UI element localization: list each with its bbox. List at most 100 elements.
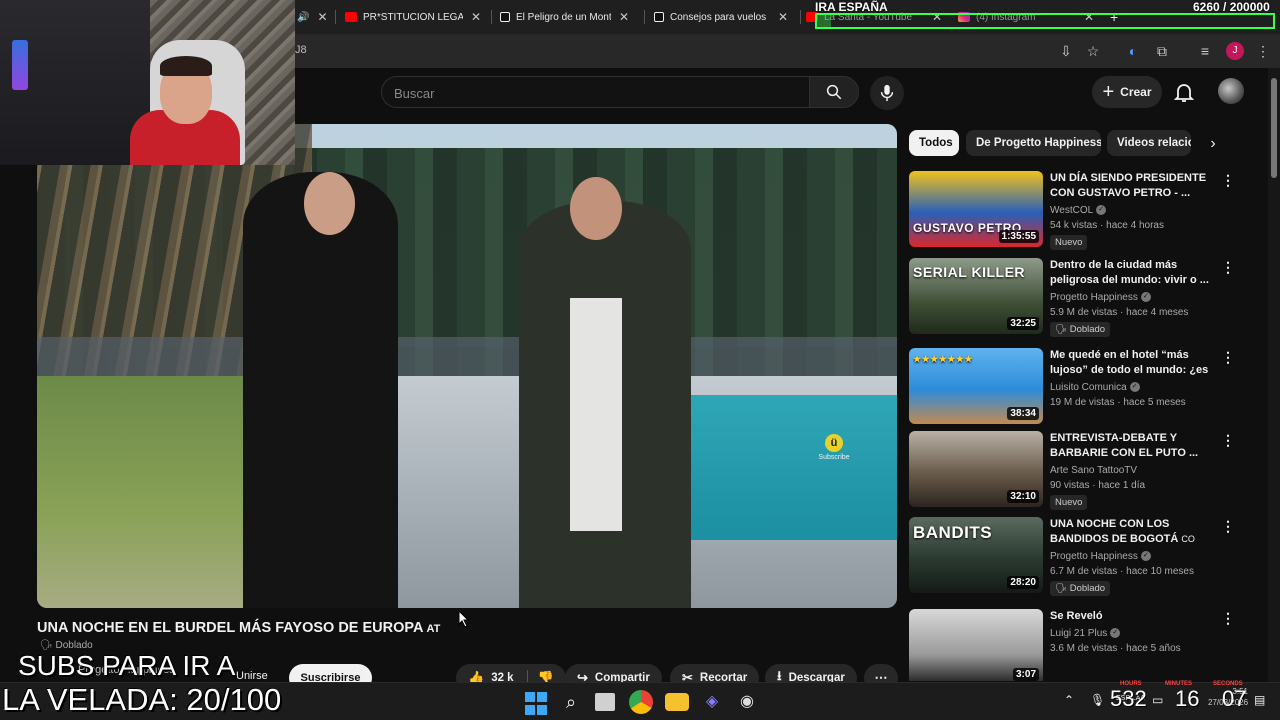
recommendation-title[interactable]: ENTREVISTA-DEBATE Y BARBARIE CON EL PUTO… bbox=[1050, 431, 1220, 461]
more-options-icon[interactable]: ⋮ bbox=[1221, 519, 1235, 533]
tab-youtube-1[interactable]: PR*STITUCIÓN LEGAL ✕ bbox=[345, 4, 485, 30]
speaker-icon[interactable]: 🔊 ✕ bbox=[297, 4, 327, 30]
plus-icon: + bbox=[1102, 81, 1115, 103]
system-clock[interactable]: 3:51 27/03/2026 bbox=[1208, 686, 1248, 708]
goal-progress-fill bbox=[817, 15, 832, 27]
media-control-icon[interactable]: ≡ bbox=[1196, 42, 1214, 60]
extension-icon[interactable]: ◐ bbox=[1124, 42, 1142, 60]
verified-check-icon: ✓ bbox=[1140, 551, 1151, 562]
browser-menu-icon[interactable]: ⋮ bbox=[1254, 42, 1272, 60]
video-title: UNA NOCHE EN EL BURDEL MÁS FAYOSO DE EUR… bbox=[37, 620, 440, 636]
url-text[interactable]: J8 bbox=[295, 44, 307, 56]
obs-icon[interactable]: ◉ bbox=[735, 690, 759, 714]
recommendation-channel[interactable]: Progetto Happiness ✓ bbox=[1050, 551, 1220, 562]
more-options-icon[interactable]: ⋮ bbox=[1221, 173, 1235, 187]
chip-de-progetto[interactable]: De Progetto Happiness bbox=[966, 130, 1101, 156]
recommendation-item[interactable]: BANDITS 28:20 UNA NOCHE CON LOS BANDIDOS… bbox=[909, 517, 1239, 597]
scrollbar-thumb[interactable] bbox=[1271, 78, 1277, 178]
close-tab-icon[interactable]: ✕ bbox=[619, 10, 629, 24]
profile-icon[interactable]: J bbox=[1226, 42, 1244, 60]
video-thumbnail[interactable]: BANDITS 28:20 bbox=[909, 517, 1043, 593]
channel-watermark[interactable]: ü Subscribe bbox=[818, 434, 850, 461]
timer-hours: 532 bbox=[1110, 686, 1147, 711]
video-title-text: UNA NOCHE EN EL BURDEL MÁS FAYOSO DE EUR… bbox=[37, 620, 424, 636]
tray-chevron-icon[interactable]: ⌃ bbox=[1064, 693, 1074, 707]
more-options-icon[interactable]: ⋮ bbox=[1221, 350, 1235, 364]
network-icon[interactable]: ▭ bbox=[1152, 693, 1163, 707]
more-options-icon[interactable]: ⋮ bbox=[1221, 611, 1235, 625]
new-badge: Nuevo bbox=[1050, 495, 1088, 510]
recommendation-info: Dentro de la ciudad más peligrosa del mu… bbox=[1050, 258, 1220, 337]
video-thumbnail[interactable]: GUSTAVO PETRO 1:35:55 bbox=[909, 171, 1043, 247]
recommendation-channel[interactable]: Luigi 21 Plus ✓ bbox=[1050, 628, 1220, 639]
recommendation-item[interactable]: ★★★★★★★ 38:34 Me quedé en el hotel “más … bbox=[909, 348, 1239, 428]
account-avatar[interactable] bbox=[1218, 78, 1244, 104]
chrome-icon[interactable] bbox=[629, 690, 653, 714]
timer-minutes: 16 bbox=[1175, 686, 1200, 711]
microphone-tray-icon[interactable]: 🎙 bbox=[1090, 693, 1105, 707]
duration-badge: 38:34 bbox=[1007, 407, 1039, 420]
video-thumbnail[interactable]: 3:07 bbox=[909, 609, 1043, 681]
recommendation-title[interactable]: Me quedé en el hotel “más lujoso” de tod… bbox=[1050, 348, 1220, 378]
search-button[interactable] bbox=[809, 76, 859, 108]
search-input[interactable] bbox=[394, 83, 794, 103]
recommendation-meta: 3.6 M de vistas · hace 5 años bbox=[1050, 643, 1181, 654]
smiley-logo-icon: ü bbox=[825, 434, 843, 452]
chip-next-arrow-icon[interactable]: › bbox=[1203, 134, 1223, 154]
recommendation-title[interactable]: Dentro de la ciudad más peligrosa del mu… bbox=[1050, 258, 1220, 288]
file-explorer-icon[interactable] bbox=[665, 693, 689, 711]
recommendation-item[interactable]: GUSTAVO PETRO 1:35:55 UN DÍA SIENDO PRES… bbox=[909, 171, 1239, 251]
recommendation-meta: 6.7 M de vistas · hace 10 meses bbox=[1050, 566, 1194, 577]
recommendation-title[interactable]: UNA NOCHE CON LOS BANDIDOS DE BOGOTÁ CO bbox=[1050, 517, 1220, 547]
more-options-icon[interactable]: ⋮ bbox=[1221, 433, 1235, 447]
join-button[interactable]: Unirse bbox=[236, 670, 268, 682]
create-button[interactable]: + Crear bbox=[1092, 76, 1162, 108]
recommendation-item[interactable]: SERIAL KILLER 32:25 Dentro de la ciudad … bbox=[909, 258, 1239, 338]
recommendation-channel[interactable]: Progetto Happiness ✓ bbox=[1050, 292, 1220, 303]
app-diamond-icon[interactable]: ◈ bbox=[700, 690, 724, 714]
task-view-icon[interactable] bbox=[595, 693, 615, 711]
recommendation-meta: 19 M de vistas · hace 5 meses bbox=[1050, 397, 1186, 408]
chip-videos-relacionados[interactable]: Videos relacio bbox=[1107, 130, 1191, 156]
recommendation-channel[interactable]: Luisito Comunica ✓ bbox=[1050, 382, 1220, 393]
extensions-puzzle-icon[interactable]: ⧉ bbox=[1153, 42, 1171, 60]
screen: 🔊 ✕ PR*STITUCIÓN LEGAL ✕ El Peligro de un… bbox=[0, 0, 1280, 720]
video-player[interactable] bbox=[37, 124, 897, 608]
recommendation-meta: 5.9 M de vistas · hace 4 meses bbox=[1050, 307, 1189, 318]
recommendation-info: Me quedé en el hotel “más lujoso” de tod… bbox=[1050, 348, 1220, 408]
close-tab-icon[interactable]: ✕ bbox=[778, 10, 788, 24]
close-tab-icon[interactable]: ✕ bbox=[471, 10, 481, 24]
video-thumbnail[interactable]: ★★★★★★★ 38:34 bbox=[909, 348, 1043, 424]
dubbed-badge: 🗣 Doblado bbox=[1050, 322, 1111, 337]
install-app-icon[interactable]: ⇩ bbox=[1057, 42, 1075, 60]
video-thumbnail[interactable]: 32:10 bbox=[909, 431, 1043, 507]
tab-tiktok-1[interactable]: El Peligro de un Monta ✕ bbox=[500, 4, 635, 30]
recommendation-title[interactable]: Se Reveló bbox=[1050, 609, 1220, 624]
recommendation-item[interactable]: 3:07 Se Reveló Luigi 21 Plus ✓ 3.6 M de v… bbox=[909, 609, 1239, 681]
recommendation-channel[interactable]: WestCOL ✓ bbox=[1050, 205, 1220, 216]
recommendation-channel[interactable]: Arte Sano TattooTV bbox=[1050, 465, 1220, 476]
new-badge: Nuevo bbox=[1050, 235, 1088, 250]
clock-date: 27/03/2026 bbox=[1208, 698, 1249, 707]
video-thumbnail[interactable]: SERIAL KILLER 32:25 bbox=[909, 258, 1043, 334]
notification-center-icon[interactable]: ▤ bbox=[1254, 693, 1265, 707]
youtube-icon bbox=[345, 12, 357, 22]
recommendation-item[interactable]: 32:10 ENTREVISTA-DEBATE Y BARBARIE CON E… bbox=[909, 431, 1239, 511]
recommendation-title[interactable]: UN DÍA SIENDO PRESIDENTE CON GUSTAVO PET… bbox=[1050, 171, 1220, 201]
taskbar-search-icon[interactable]: ⌕ bbox=[559, 690, 583, 714]
close-tab-icon[interactable]: ✕ bbox=[317, 10, 327, 24]
goal-progress-bar bbox=[815, 13, 1275, 29]
duration-badge: 1:35:55 bbox=[998, 230, 1039, 243]
bookmark-star-icon[interactable]: ☆ bbox=[1084, 42, 1102, 60]
chip-todos[interactable]: Todos bbox=[909, 130, 959, 156]
video-person-left-head bbox=[303, 172, 356, 236]
tab-tiktok-2[interactable]: Consejos para vuelos ✕ bbox=[654, 4, 794, 30]
more-options-icon[interactable]: ⋮ bbox=[1221, 260, 1235, 274]
verified-check-icon: ✓ bbox=[1110, 628, 1121, 639]
voice-search-button[interactable] bbox=[870, 76, 904, 110]
notifications-bell-icon[interactable] bbox=[1172, 80, 1196, 104]
thumbnail-text: BANDITS bbox=[913, 523, 993, 542]
tab-label: PR*STITUCIÓN LEGAL bbox=[363, 11, 463, 23]
page-scrollbar[interactable] bbox=[1268, 68, 1280, 682]
windows-start-icon[interactable] bbox=[525, 692, 549, 716]
